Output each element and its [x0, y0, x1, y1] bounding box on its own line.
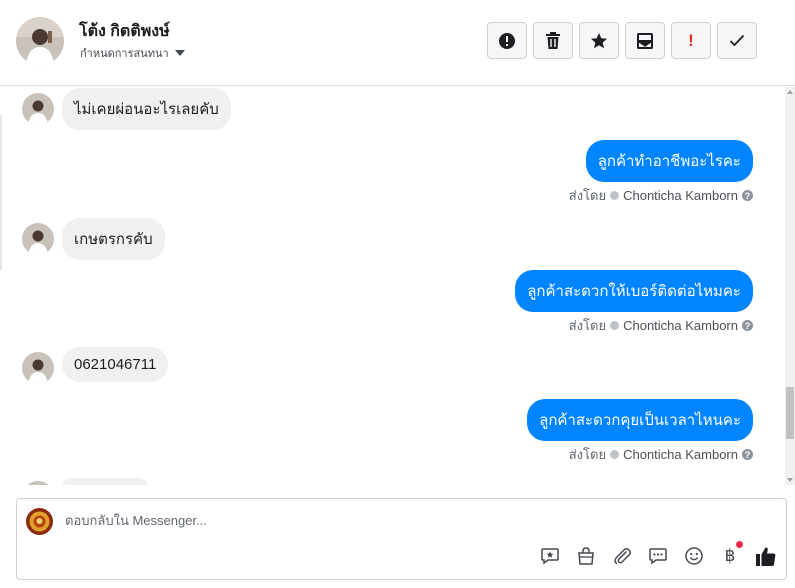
- incoming-message: เกษตรกรคับ: [62, 218, 165, 260]
- delete-button[interactable]: [533, 22, 573, 59]
- conversation-actions: !: [487, 22, 757, 59]
- payment-baht-icon: ฿: [724, 546, 736, 565]
- sent-by-info: ส่งโดย Chonticha Kamborn ?: [569, 185, 753, 206]
- shop-button[interactable]: [575, 545, 597, 567]
- mark-spam-button[interactable]: [487, 22, 527, 59]
- reply-composer: ฿: [16, 498, 787, 580]
- customer-message-avatar: [22, 481, 54, 485]
- mark-done-button[interactable]: [717, 22, 757, 59]
- page-avatar: [26, 508, 53, 535]
- agent-name[interactable]: Chonticha Kamborn: [623, 318, 738, 333]
- conversation-header: โต้ง กิตติพงษ์ กำหนดการสนทนา !: [0, 0, 795, 86]
- scroll-down-icon[interactable]: [787, 478, 793, 482]
- message-thread: ไม่เคยผ่อนอะไรเลยคับ ลูกค้าทำอาชีพอะไรคะ…: [0, 87, 785, 485]
- mark-unread-button[interactable]: [625, 22, 665, 59]
- help-icon[interactable]: ?: [742, 320, 753, 331]
- thread-scrollbar[interactable]: [785, 87, 795, 485]
- incoming-message: ไม่เคยผ่อนอะไรเลยคับ: [62, 88, 231, 130]
- incoming-message-partial: [62, 478, 148, 485]
- help-icon[interactable]: ?: [742, 449, 753, 460]
- agent-name[interactable]: Chonticha Kamborn: [623, 188, 738, 203]
- emoji-button[interactable]: [683, 545, 705, 567]
- sent-by-label: ส่งโดย: [568, 447, 607, 462]
- composer-toolbar: ฿: [539, 541, 777, 567]
- customer-message-avatar: [22, 352, 54, 384]
- star-icon: [591, 32, 607, 48]
- outgoing-message: ลูกค้าทำอาชีพอะไรคะ: [585, 140, 753, 182]
- incoming-message: 0621046711: [62, 347, 169, 382]
- verified-icon: [610, 450, 620, 459]
- like-button[interactable]: [755, 545, 777, 567]
- verified-icon: [610, 321, 620, 330]
- saved-reply-icon: [541, 548, 559, 565]
- exclamation-icon: !: [688, 30, 694, 50]
- agent-name[interactable]: Chonticha Kamborn: [623, 447, 738, 462]
- reply-input[interactable]: [65, 510, 665, 530]
- sent-by-label: ส่งโดย: [568, 318, 607, 333]
- chat-bubble-icon: [649, 548, 667, 565]
- quick-reply-button[interactable]: [647, 545, 669, 567]
- customer-name: โต้ง กิตติพงษ์: [79, 23, 170, 40]
- trash-icon: [546, 32, 560, 49]
- follow-up-button[interactable]: !: [671, 22, 711, 59]
- scrollbar-thumb[interactable]: [786, 387, 794, 439]
- customer-message-avatar: [22, 93, 54, 125]
- help-icon[interactable]: ?: [742, 190, 753, 201]
- thumbs-up-icon: [756, 547, 776, 566]
- verified-icon: [610, 191, 620, 200]
- star-button[interactable]: [579, 22, 619, 59]
- saved-reply-button[interactable]: [539, 545, 561, 567]
- chevron-down-icon: [174, 50, 185, 56]
- sent-by-info: ส่งโดย Chonticha Kamborn ?: [569, 444, 753, 465]
- outgoing-message: ลูกค้าสะดวกให้เบอร์ติดต่อไหมคะ: [515, 270, 753, 312]
- customer-message-avatar: [22, 223, 54, 255]
- assign-conversation-dropdown[interactable]: กำหนดการสนทนา: [80, 44, 185, 62]
- attach-file-button[interactable]: [611, 545, 633, 567]
- checkmark-icon: [729, 34, 745, 47]
- assign-label: กำหนดการสนทนา: [80, 48, 169, 60]
- outgoing-message: ลูกค้าสะดวกคุยเป็นเวลาไหนคะ: [527, 399, 753, 441]
- sent-by-label: ส่งโดย: [568, 188, 607, 203]
- payment-button[interactable]: ฿: [719, 541, 743, 567]
- sent-by-info: ส่งโดย Chonticha Kamborn ?: [569, 315, 753, 336]
- attachment-icon: [614, 548, 631, 565]
- customer-avatar[interactable]: [16, 17, 64, 65]
- alert-circle-icon: [499, 32, 515, 49]
- notification-dot: [736, 541, 743, 548]
- mark-unread-icon: [637, 32, 653, 49]
- shop-bag-icon: [578, 547, 594, 565]
- scroll-up-icon[interactable]: [787, 90, 793, 94]
- emoji-icon: [685, 547, 703, 565]
